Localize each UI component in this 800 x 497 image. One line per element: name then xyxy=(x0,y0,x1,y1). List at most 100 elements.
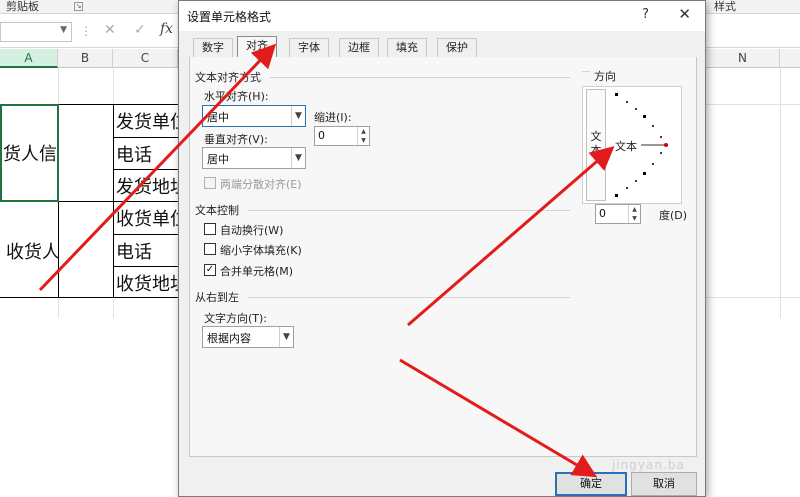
text-direction-value: 根据内容 xyxy=(207,332,251,345)
rtl-group-label: 从右到左 xyxy=(195,291,239,304)
wrap-text-checkbox[interactable] xyxy=(204,223,216,235)
format-cells-dialog: 设置单元格格式 ? ✕ 数字 对齐 字体 边框 填充 保护 文本对齐方式 水平对… xyxy=(178,0,706,497)
column-header-c[interactable]: C xyxy=(113,49,178,68)
vertical-align-label: 垂直对齐(V): xyxy=(204,133,268,146)
dial-marker xyxy=(643,115,646,118)
tab-alignment[interactable]: 对齐 xyxy=(237,36,277,58)
table-border xyxy=(113,137,178,138)
tab-protection[interactable]: 保护 xyxy=(437,38,477,57)
tab-fill[interactable]: 填充 xyxy=(387,38,427,57)
divider xyxy=(248,210,570,211)
table-cell[interactable]: 发货地址 xyxy=(116,173,178,199)
dial-text: 文本 xyxy=(615,140,637,153)
text-direction-label: 文字方向(T): xyxy=(204,312,268,325)
table-cell[interactable]: 收货单位 xyxy=(116,205,178,231)
wrap-text-label: 自动换行(W) xyxy=(220,224,284,237)
table-border xyxy=(113,169,178,170)
indent-label: 缩进(I): xyxy=(314,111,352,124)
dialog-title: 设置单元格格式 xyxy=(187,10,272,24)
decrement-icon[interactable]: ▼ xyxy=(629,214,640,223)
divider xyxy=(270,77,570,78)
dial-dot xyxy=(626,187,628,189)
merged-cell-receiver[interactable]: 收货人 xyxy=(6,238,62,264)
clipboard-group-label: 剪贴板 xyxy=(6,0,39,13)
dialog-titlebar[interactable]: 设置单元格格式 ? ✕ xyxy=(179,1,705,31)
orientation-group-label: 方向 xyxy=(594,70,616,83)
grid-line xyxy=(780,68,781,318)
table-border xyxy=(113,104,114,298)
dial-dot xyxy=(652,125,654,127)
close-icon[interactable]: ✕ xyxy=(678,5,691,23)
vertical-text-button[interactable]: 文本 xyxy=(586,89,606,201)
text-direction-select[interactable]: 根据内容 ▼ xyxy=(202,326,294,348)
divider xyxy=(248,297,570,298)
tab-font[interactable]: 字体 xyxy=(289,38,329,57)
table-cell[interactable]: 收货地址 xyxy=(116,270,178,296)
clipboard-launcher-icon[interactable]: ↘ xyxy=(74,2,83,11)
divider xyxy=(582,71,590,72)
vertical-align-value: 居中 xyxy=(207,153,229,166)
degrees-stepper[interactable]: 0 ▲ ▼ xyxy=(595,204,641,224)
indent-stepper-buttons[interactable]: ▲ ▼ xyxy=(357,127,369,145)
orientation-dial[interactable]: 文本 xyxy=(611,89,679,201)
column-header-b[interactable]: B xyxy=(58,49,113,68)
increment-icon[interactable]: ▲ xyxy=(358,127,369,136)
table-border xyxy=(113,266,178,267)
dial-dot xyxy=(626,101,628,103)
orientation-box: 文本 文本 xyxy=(582,86,682,204)
degrees-label: 度(D) xyxy=(659,209,688,222)
dial-dot xyxy=(660,152,662,154)
ok-button[interactable]: 确定 xyxy=(555,472,627,496)
dial-dot xyxy=(660,136,662,138)
tab-border[interactable]: 边框 xyxy=(339,38,379,57)
tab-number[interactable]: 数字 xyxy=(193,38,233,57)
cancel-button[interactable]: 取消 xyxy=(631,472,697,496)
chevron-down-icon[interactable]: ▼ xyxy=(291,106,305,126)
indent-stepper[interactable]: 0 ▲ ▼ xyxy=(314,126,370,146)
degrees-value: 0 xyxy=(599,207,606,220)
cancel-entry-icon[interactable]: ✕ xyxy=(104,22,116,38)
insert-function-button[interactable]: fx xyxy=(160,21,173,37)
dial-marker xyxy=(643,172,646,175)
distributed-label: 两端分散对齐(E) xyxy=(220,178,302,191)
vertical-align-select[interactable]: 居中 ▼ xyxy=(202,147,306,169)
column-header-n[interactable]: N xyxy=(706,49,780,68)
column-header-a[interactable]: A xyxy=(0,49,58,68)
shrink-to-fit-label: 缩小字体填充(K) xyxy=(220,244,302,257)
chevron-down-icon[interactable]: ▼ xyxy=(60,25,67,35)
orientation-handle[interactable] xyxy=(664,143,668,147)
degrees-stepper-buttons[interactable]: ▲ ▼ xyxy=(628,205,640,223)
watermark: jingyan.ba xyxy=(612,458,685,472)
chevron-down-icon[interactable]: ▼ xyxy=(291,148,305,168)
text-alignment-group-label: 文本对齐方式 xyxy=(195,71,261,84)
horizontal-align-label: 水平对齐(H): xyxy=(204,90,269,103)
dial-dot xyxy=(635,108,637,110)
increment-icon[interactable]: ▲ xyxy=(629,205,640,214)
merge-cells-checkbox[interactable]: ✓ xyxy=(204,264,216,276)
formula-bar-separator: ⋮ xyxy=(80,24,92,38)
name-box[interactable]: ▼ xyxy=(0,22,72,42)
indent-value: 0 xyxy=(318,129,325,142)
table-cell[interactable]: 电话 xyxy=(116,141,178,167)
chevron-down-icon[interactable]: ▼ xyxy=(279,327,293,347)
dial-dot xyxy=(652,163,654,165)
horizontal-align-value: 居中 xyxy=(207,111,229,124)
dial-marker xyxy=(615,194,618,197)
table-cell[interactable]: 发货单位 xyxy=(116,108,178,134)
confirm-entry-icon[interactable]: ✓ xyxy=(134,22,146,38)
styles-group-label: 样式 xyxy=(714,0,736,13)
merge-cells-label: 合并单元格(M) xyxy=(220,265,294,278)
table-cell[interactable]: 电话 xyxy=(116,238,178,264)
shrink-to-fit-checkbox[interactable] xyxy=(204,243,216,255)
dial-marker xyxy=(615,93,618,96)
horizontal-align-select[interactable]: 居中 ▼ xyxy=(202,105,306,127)
merged-cell-sender[interactable]: 货人信 xyxy=(3,140,59,166)
decrement-icon[interactable]: ▼ xyxy=(358,136,369,145)
table-border xyxy=(113,234,178,235)
help-icon[interactable]: ? xyxy=(642,7,649,22)
vertical-text-label: 文本 xyxy=(590,130,602,157)
dial-dot xyxy=(635,180,637,182)
text-control-group-label: 文本控制 xyxy=(195,204,239,217)
table-border xyxy=(0,297,178,298)
distributed-checkbox[interactable] xyxy=(204,177,216,189)
